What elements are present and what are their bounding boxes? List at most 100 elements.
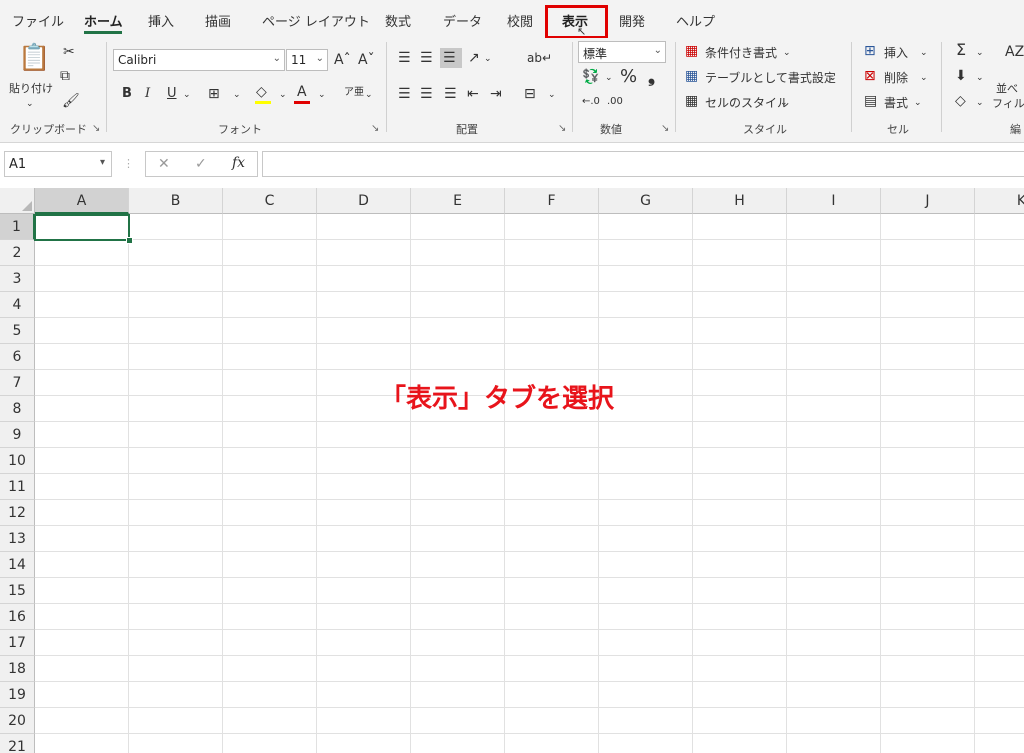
chevron-down-icon[interactable]: ⌄ bbox=[783, 45, 791, 61]
row-header-11[interactable]: 11 bbox=[0, 474, 35, 500]
row-header-17[interactable]: 17 bbox=[0, 630, 35, 656]
chevron-down-icon[interactable]: ⌄ bbox=[548, 87, 556, 103]
row-header-21[interactable]: 21 bbox=[0, 734, 35, 753]
column-header-g[interactable]: G bbox=[599, 188, 693, 214]
chevron-down-icon[interactable]: ⌄ bbox=[976, 45, 984, 61]
select-all-button[interactable] bbox=[0, 188, 35, 214]
fill-handle[interactable] bbox=[126, 237, 133, 244]
chevron-down-icon[interactable]: ⌄ bbox=[914, 95, 922, 111]
font-size-combo[interactable]: 11 ⌄ bbox=[286, 49, 328, 71]
row-header-12[interactable]: 12 bbox=[0, 500, 35, 526]
dialog-launcher-icon[interactable]: ↘ bbox=[371, 123, 379, 134]
row-header-2[interactable]: 2 bbox=[0, 240, 35, 266]
tab-data[interactable]: データ bbox=[443, 11, 482, 30]
row-header-20[interactable]: 20 bbox=[0, 708, 35, 734]
increase-font-size-icon[interactable]: Aˆ bbox=[334, 52, 351, 68]
dialog-launcher-icon[interactable]: ↘ bbox=[92, 123, 100, 134]
cut-icon[interactable]: ✂ bbox=[63, 44, 75, 60]
row-header-3[interactable]: 3 bbox=[0, 266, 35, 292]
row-header-13[interactable]: 13 bbox=[0, 526, 35, 552]
decrease-indent-icon[interactable]: ⇤ bbox=[467, 86, 479, 102]
orientation-icon[interactable]: ↗ bbox=[468, 50, 480, 66]
chevron-down-icon[interactable]: ⌄ bbox=[976, 70, 984, 86]
sort-filter-label-line1[interactable]: 並べ bbox=[996, 80, 1018, 96]
fill-color-icon[interactable]: ◇ bbox=[256, 84, 267, 100]
column-header-b[interactable]: B bbox=[129, 188, 223, 214]
insert-cells-button[interactable]: 挿入 bbox=[884, 44, 908, 61]
tab-review[interactable]: 校閲 bbox=[507, 11, 533, 30]
row-header-5[interactable]: 5 bbox=[0, 318, 35, 344]
font-color-button[interactable]: A bbox=[297, 84, 307, 100]
phonetic-guide-icon[interactable]: ア亜 bbox=[344, 85, 364, 101]
row-header-6[interactable]: 6 bbox=[0, 344, 35, 370]
format-painter-icon[interactable]: 🖌 bbox=[62, 93, 80, 109]
format-cells-button[interactable]: 書式 bbox=[884, 94, 908, 111]
column-header-h[interactable]: H bbox=[693, 188, 787, 214]
paste-button[interactable]: 貼り付け bbox=[9, 80, 53, 96]
row-header-18[interactable]: 18 bbox=[0, 656, 35, 682]
bold-button[interactable]: B bbox=[122, 86, 132, 101]
format-cells-icon[interactable]: ▤ bbox=[864, 93, 877, 109]
merge-center-icon[interactable]: ⊟ bbox=[524, 86, 536, 102]
selected-cell[interactable] bbox=[34, 214, 130, 241]
borders-icon[interactable]: ⊞ bbox=[208, 86, 220, 102]
cancel-icon[interactable]: ✕ bbox=[158, 156, 170, 172]
align-center-icon[interactable]: ☰ bbox=[420, 86, 433, 102]
column-header-k[interactable]: K bbox=[975, 188, 1024, 214]
chevron-down-icon[interactable]: ⌄ bbox=[365, 87, 373, 103]
tab-help[interactable]: ヘルプ bbox=[676, 11, 715, 30]
chevron-down-icon[interactable]: ⌄ bbox=[279, 87, 287, 103]
autosum-icon[interactable]: Σ bbox=[956, 42, 966, 58]
tab-home[interactable]: ホーム bbox=[84, 11, 123, 30]
dialog-launcher-icon[interactable]: ↘ bbox=[558, 123, 566, 134]
row-header-10[interactable]: 10 bbox=[0, 448, 35, 474]
cell-styles-icon[interactable]: ▦ bbox=[685, 93, 698, 109]
chevron-down-icon[interactable]: ⌄ bbox=[233, 87, 241, 103]
align-bottom-icon[interactable]: ☰ bbox=[443, 50, 456, 66]
increase-decimal-icon[interactable]: ←.0 bbox=[582, 94, 600, 110]
chevron-down-icon[interactable]: ⌄ bbox=[780, 95, 788, 111]
align-right-icon[interactable]: ☰ bbox=[444, 86, 457, 102]
chevron-down-icon[interactable]: ⌄ bbox=[829, 70, 837, 86]
sort-filter-icon[interactable]: AZ bbox=[1005, 44, 1024, 60]
name-box[interactable]: A1 ▾ bbox=[4, 151, 112, 177]
tab-page-layout[interactable]: ページ レイアウト bbox=[262, 11, 370, 30]
tab-insert[interactable]: 挿入 bbox=[148, 11, 174, 30]
delete-cells-icon[interactable]: ⊠ bbox=[864, 68, 876, 84]
chevron-down-icon[interactable]: ⌄ bbox=[920, 45, 928, 61]
column-header-a[interactable]: A bbox=[35, 188, 129, 214]
chevron-down-icon[interactable]: ⌄ bbox=[183, 87, 191, 103]
align-top-icon[interactable]: ☰ bbox=[398, 50, 411, 66]
tab-draw[interactable]: 描画 bbox=[205, 11, 231, 30]
row-header-8[interactable]: 8 bbox=[0, 396, 35, 422]
column-header-i[interactable]: I bbox=[787, 188, 881, 214]
chevron-down-icon[interactable]: ⌄ bbox=[605, 70, 613, 86]
conditional-formatting-icon[interactable]: ▦ bbox=[685, 43, 698, 59]
sort-filter-label-line2[interactable]: フィルタ bbox=[992, 95, 1024, 111]
delete-cells-button[interactable]: 削除 bbox=[884, 69, 908, 86]
row-header-4[interactable]: 4 bbox=[0, 292, 35, 318]
chevron-down-icon[interactable]: ⌄ bbox=[318, 87, 326, 103]
row-header-19[interactable]: 19 bbox=[0, 682, 35, 708]
column-header-d[interactable]: D bbox=[317, 188, 411, 214]
format-as-table-button[interactable]: テーブルとして書式設定 bbox=[705, 69, 836, 86]
row-header-16[interactable]: 16 bbox=[0, 604, 35, 630]
copy-icon[interactable]: ⧉ bbox=[60, 68, 70, 84]
insert-cells-icon[interactable]: ⊞ bbox=[864, 43, 876, 59]
row-header-7[interactable]: 7 bbox=[0, 370, 35, 396]
percent-style-button[interactable]: % bbox=[620, 66, 637, 87]
drag-handle-icon[interactable]: ⋮ bbox=[123, 156, 134, 172]
insert-function-button[interactable]: fx bbox=[232, 155, 245, 171]
wrap-text-icon[interactable]: ab↵ bbox=[527, 50, 552, 66]
increase-indent-icon[interactable]: ⇥ bbox=[490, 86, 502, 102]
fill-icon[interactable]: ⬇ bbox=[955, 68, 967, 84]
column-header-e[interactable]: E bbox=[411, 188, 505, 214]
conditional-formatting-button[interactable]: 条件付き書式 bbox=[705, 44, 777, 61]
cell-styles-button[interactable]: セルのスタイル bbox=[705, 94, 789, 111]
enter-icon[interactable]: ✓ bbox=[195, 156, 207, 172]
formula-input[interactable] bbox=[262, 151, 1024, 177]
comma-style-button[interactable]: ❟ bbox=[648, 66, 655, 87]
dialog-launcher-icon[interactable]: ↘ bbox=[661, 123, 669, 134]
column-header-j[interactable]: J bbox=[881, 188, 975, 214]
column-header-c[interactable]: C bbox=[223, 188, 317, 214]
